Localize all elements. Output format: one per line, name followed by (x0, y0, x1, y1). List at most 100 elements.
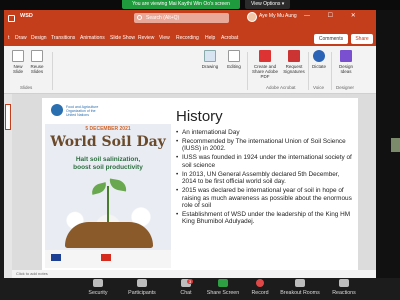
reactions-label: Reactions (332, 290, 356, 296)
divider (331, 52, 332, 90)
editing-button[interactable]: Editing (224, 50, 244, 69)
poster-title: World Soil Day (50, 134, 166, 150)
reuse-slides-icon (31, 50, 43, 62)
window-controls[interactable]: — ☐ ✕ (304, 12, 364, 19)
record-icon (256, 279, 264, 287)
slide-title[interactable]: History (176, 108, 223, 125)
zoom-control-bar: Security Participants 3 Chat Share Scree… (0, 278, 400, 300)
participants-button[interactable]: Participants (118, 279, 166, 296)
bullet-item: 2015 was declared be international year … (176, 187, 354, 209)
tab-design[interactable]: Design (31, 35, 47, 41)
breakout-rooms-label: Breakout Rooms (280, 290, 320, 296)
tab-review[interactable]: Review (138, 35, 154, 41)
bullet-item: In 2013, UN General Assembly declared 5t… (176, 171, 354, 186)
slide-editor: Food and Agriculture Organization of the… (12, 94, 376, 270)
signature-icon (288, 50, 300, 62)
tab-view[interactable]: View (159, 35, 170, 41)
new-slide-icon (12, 50, 24, 62)
bullet-item: Recommended by The international Union o… (176, 138, 354, 153)
create-share-pdf-button[interactable]: Create and Share Adobe PDF (250, 50, 280, 79)
create-share-label: Create and Share Adobe PDF (251, 64, 279, 79)
ribbon: New Slide Reuse Slides Slides Drawing Ed… (4, 46, 376, 94)
record-label: Record (251, 290, 269, 296)
chat-label: Chat (180, 290, 192, 296)
designer-icon (340, 50, 352, 62)
reuse-slides-label: Reuse Slides (30, 64, 44, 74)
poster-header: Food and Agriculture Organization of the… (45, 100, 171, 124)
slide-canvas[interactable]: Food and Agriculture Organization of the… (42, 98, 358, 270)
search-placeholder: Search (Alt+Q) (146, 15, 180, 21)
request-signatures-label: Request Signatures (283, 64, 305, 74)
sprout-leaf-right (108, 178, 128, 192)
world-soil-day-poster[interactable]: Food and Agriculture Organization of the… (45, 100, 171, 268)
reactions-icon (339, 279, 349, 287)
tab-animations[interactable]: Animations (80, 35, 105, 41)
search-input[interactable]: Search (Alt+Q) (134, 13, 229, 23)
tab-help[interactable]: Help (205, 35, 215, 41)
share-screen-icon (218, 279, 228, 287)
ribbon-tabs: t Draw Design Transitions Animations Sli… (4, 32, 376, 46)
tab-transitions[interactable]: Transitions (51, 35, 75, 41)
tab-draw[interactable]: Draw (15, 35, 27, 41)
poster-subtitle-line-2: boost soil productivity (73, 164, 143, 171)
slides-group-label: Slides (20, 85, 33, 90)
new-slide-label: New Slide (12, 64, 23, 74)
tab-acrobat[interactable]: Acrobat (221, 35, 238, 41)
participants-icon (137, 279, 147, 287)
bullet-item: Establishment of WSD under the leadershi… (176, 211, 354, 226)
slide-thumbnail-pane (4, 94, 12, 278)
poster-date: 5 DECEMBER 2021 (85, 126, 131, 132)
bullet-item: IUSS was founded in 1924 under the inter… (176, 154, 354, 169)
divider (308, 52, 309, 90)
adobe-pdf-icon (259, 50, 271, 62)
user-name[interactable]: Aye My Mu Aung (259, 13, 297, 19)
design-ideas-button[interactable]: Design Ideas (334, 50, 358, 74)
tab-slide-show[interactable]: Slide Show (110, 35, 135, 41)
shield-icon (93, 279, 103, 287)
voice-group-label: Voice (313, 85, 325, 90)
comments-button[interactable]: Comments (314, 34, 348, 44)
request-signatures-button[interactable]: Request Signatures (282, 50, 306, 74)
bullet-item: An international Day (176, 129, 354, 137)
slide-thumbnail[interactable] (5, 104, 11, 130)
tab-recording[interactable]: Recording (176, 35, 199, 41)
sprout-leaf-left (90, 182, 108, 195)
eu-flag-icon (51, 254, 61, 261)
designer-group-label: Designer (336, 85, 355, 90)
slide-bullet-list[interactable]: An international Day Recommended by The … (176, 129, 354, 227)
find-icon (228, 50, 240, 62)
avatar[interactable] (247, 12, 257, 22)
breakout-rooms-icon (295, 279, 305, 287)
breakout-rooms-button[interactable]: Breakout Rooms (276, 279, 324, 296)
dictate-button[interactable]: Dictate (310, 50, 328, 69)
dictate-label: Dictate (311, 64, 326, 69)
adobe-group-label: Adobe Acrobat (266, 85, 296, 90)
chat-badge: 3 (187, 279, 194, 284)
fao-org-name: Food and Agriculture Organization of the… (66, 105, 99, 117)
share-screen-label: Share Screen (206, 290, 240, 296)
participants-label: Participants (128, 290, 156, 296)
view-options-button[interactable]: View Options ▾ (245, 0, 291, 9)
divider (52, 52, 53, 90)
drawing-button[interactable]: Drawing (200, 50, 220, 69)
screen-share-banner: You are viewing Mai Kaythi Win Oo's scre… (122, 0, 240, 9)
soil-mound-illustration (65, 222, 153, 248)
reactions-button[interactable]: Reactions (320, 279, 368, 296)
security-button[interactable]: Security (74, 279, 122, 296)
participant-video-thumbnail[interactable] (391, 138, 400, 152)
search-icon (137, 15, 142, 20)
save-icon[interactable] (8, 15, 15, 22)
tab-file[interactable]: t (8, 35, 9, 41)
sprout-stem (107, 186, 109, 222)
share-button[interactable]: Share (351, 34, 373, 44)
new-slide-button[interactable]: New Slide (10, 50, 26, 74)
title-bar: WSD Search (Alt+Q) Aye My Mu Aung — ☐ ✕ (4, 10, 376, 32)
notes-pane[interactable]: Click to add notes (12, 270, 376, 278)
poster-subtitle-line-1: Halt soil salinization, (75, 156, 141, 163)
divider (247, 52, 248, 90)
document-name: WSD (20, 13, 33, 19)
editing-label: Editing (227, 64, 241, 69)
reuse-slides-button[interactable]: Reuse Slides (28, 50, 46, 74)
powerpoint-window: WSD Search (Alt+Q) Aye My Mu Aung — ☐ ✕ … (4, 10, 376, 278)
security-label: Security (88, 290, 108, 296)
